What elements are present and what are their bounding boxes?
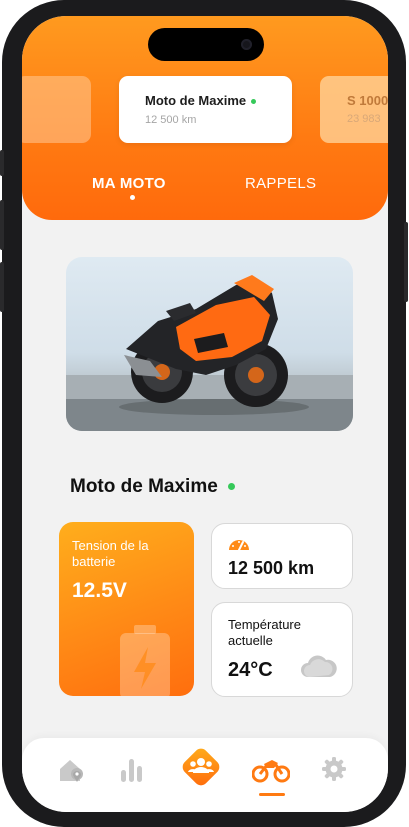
app-screen: Moto de Maxime 12 500 km S 1000 23 983 M… — [22, 16, 388, 812]
tab-my-bike[interactable]: MA MOTO — [92, 175, 166, 192]
active-nav-indicator — [259, 793, 285, 796]
status-dot — [251, 99, 257, 105]
group-button[interactable] — [178, 744, 224, 790]
power-button — [404, 222, 408, 302]
bike-title: Moto de Maxime — [70, 476, 235, 498]
temperature-value: 24°C — [228, 659, 273, 681]
battery-value: 12.5V — [72, 579, 127, 602]
dynamic-island — [148, 28, 264, 61]
stats-icon[interactable] — [120, 756, 144, 784]
speedometer-icon — [229, 540, 249, 551]
bike-card-next[interactable]: S 1000 23 983 — [320, 76, 388, 143]
bike-card-next-name: S 1000 — [347, 93, 388, 108]
battery-label: Tension de la batterie — [72, 538, 149, 569]
status-dot — [227, 483, 235, 491]
camera-icon — [241, 39, 252, 50]
cloud-icon — [301, 655, 337, 677]
bike-card-current[interactable]: Moto de Maxime 12 500 km — [119, 76, 292, 143]
phone-frame: Moto de Maxime 12 500 km S 1000 23 983 M… — [0, 0, 408, 827]
battery-card[interactable]: Tension de la batterie 12.5V — [59, 522, 194, 696]
tab-reminders[interactable]: RAPPELS — [245, 175, 316, 192]
settings-icon[interactable] — [321, 756, 347, 782]
motorcycle-icon[interactable] — [252, 756, 290, 784]
volume-up-button — [0, 200, 4, 250]
action-button — [0, 150, 4, 176]
bike-card-km: 12 500 km — [145, 114, 197, 126]
bike-card-previous[interactable] — [22, 76, 91, 143]
volume-down-button — [0, 262, 4, 312]
temperature-label: Température actuelle — [228, 617, 301, 648]
odometer-card[interactable]: 12 500 km — [211, 523, 353, 589]
bike-photo — [66, 257, 353, 431]
odometer-value: 12 500 km — [228, 558, 315, 578]
active-tab-indicator — [130, 195, 135, 200]
battery-icon — [120, 625, 170, 696]
bike-card-name: Moto de Maxime — [145, 93, 257, 108]
home-location-icon[interactable] — [57, 756, 85, 784]
bike-card-next-km: 23 983 — [347, 113, 381, 125]
temperature-card[interactable]: Température actuelle 24°C — [211, 602, 353, 697]
